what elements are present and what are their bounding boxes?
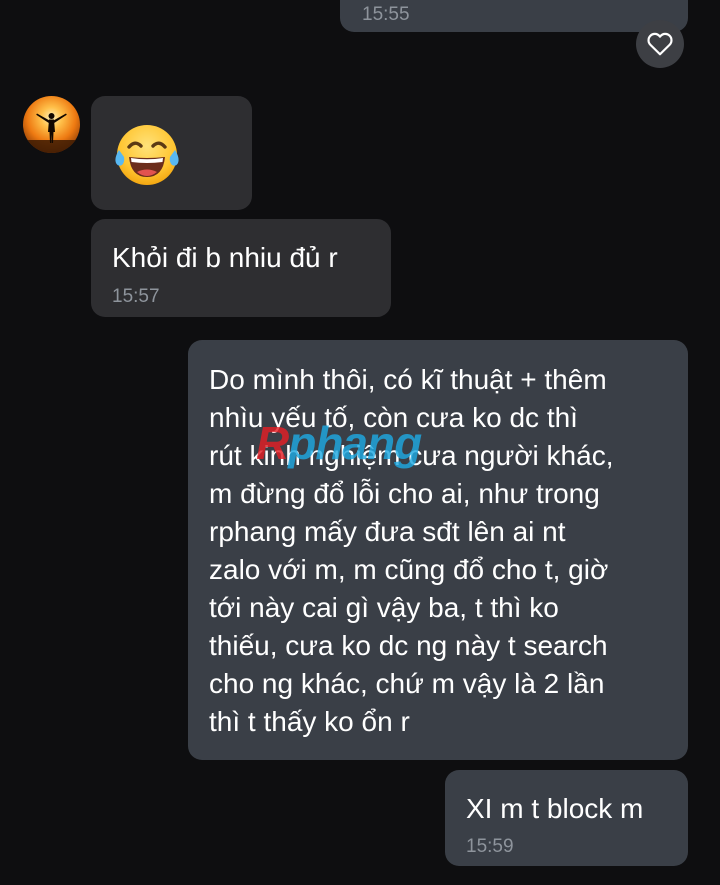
message-line: rút kinh nghiệm cưa người khác,: [209, 440, 614, 471]
message-line: thì t thấy ko ổn r: [209, 706, 410, 737]
message-text: Khỏi đi b nhiu đủ r: [112, 242, 338, 273]
message-timestamp: 15:59: [466, 836, 514, 857]
message-line: zalo với m, m cũng đổ cho t, giờ: [209, 554, 609, 585]
message-line: nhìu yếu tố, còn cưa ko dc thì: [209, 402, 578, 433]
message-line: thiếu, cưa ko dc ng này t search: [209, 630, 608, 661]
message-line: m đừng đổ lỗi cho ai, như trong: [209, 478, 600, 509]
message-timestamp: 15:55: [362, 4, 410, 25]
message-line: rphang mấy đưa sđt lên ai nt: [209, 516, 566, 547]
message-text: Do mình thôi, có kĩ thuật + thêm nhìu yế…: [209, 361, 679, 741]
message-line: cho ng khác, chứ m vậy là 2 lần: [209, 668, 605, 699]
message-text: XI m t block m: [466, 793, 644, 824]
contact-avatar[interactable]: [23, 96, 80, 153]
message-line: tới này cai gì vậy ba, t thì ko: [209, 592, 559, 623]
chat-thread: 15:55 Khỏi đi b nhiu đủ r 15:57 Do mình …: [0, 0, 720, 885]
message-line: Do mình thôi, có kĩ thuật + thêm: [209, 364, 607, 395]
sunset-silhouette-avatar-icon: [23, 96, 80, 153]
message-timestamp: 15:57: [112, 286, 160, 307]
heart-reaction-button[interactable]: [636, 20, 684, 68]
tears-of-joy-emoji-icon: [112, 120, 182, 190]
heart-icon: [647, 32, 673, 56]
